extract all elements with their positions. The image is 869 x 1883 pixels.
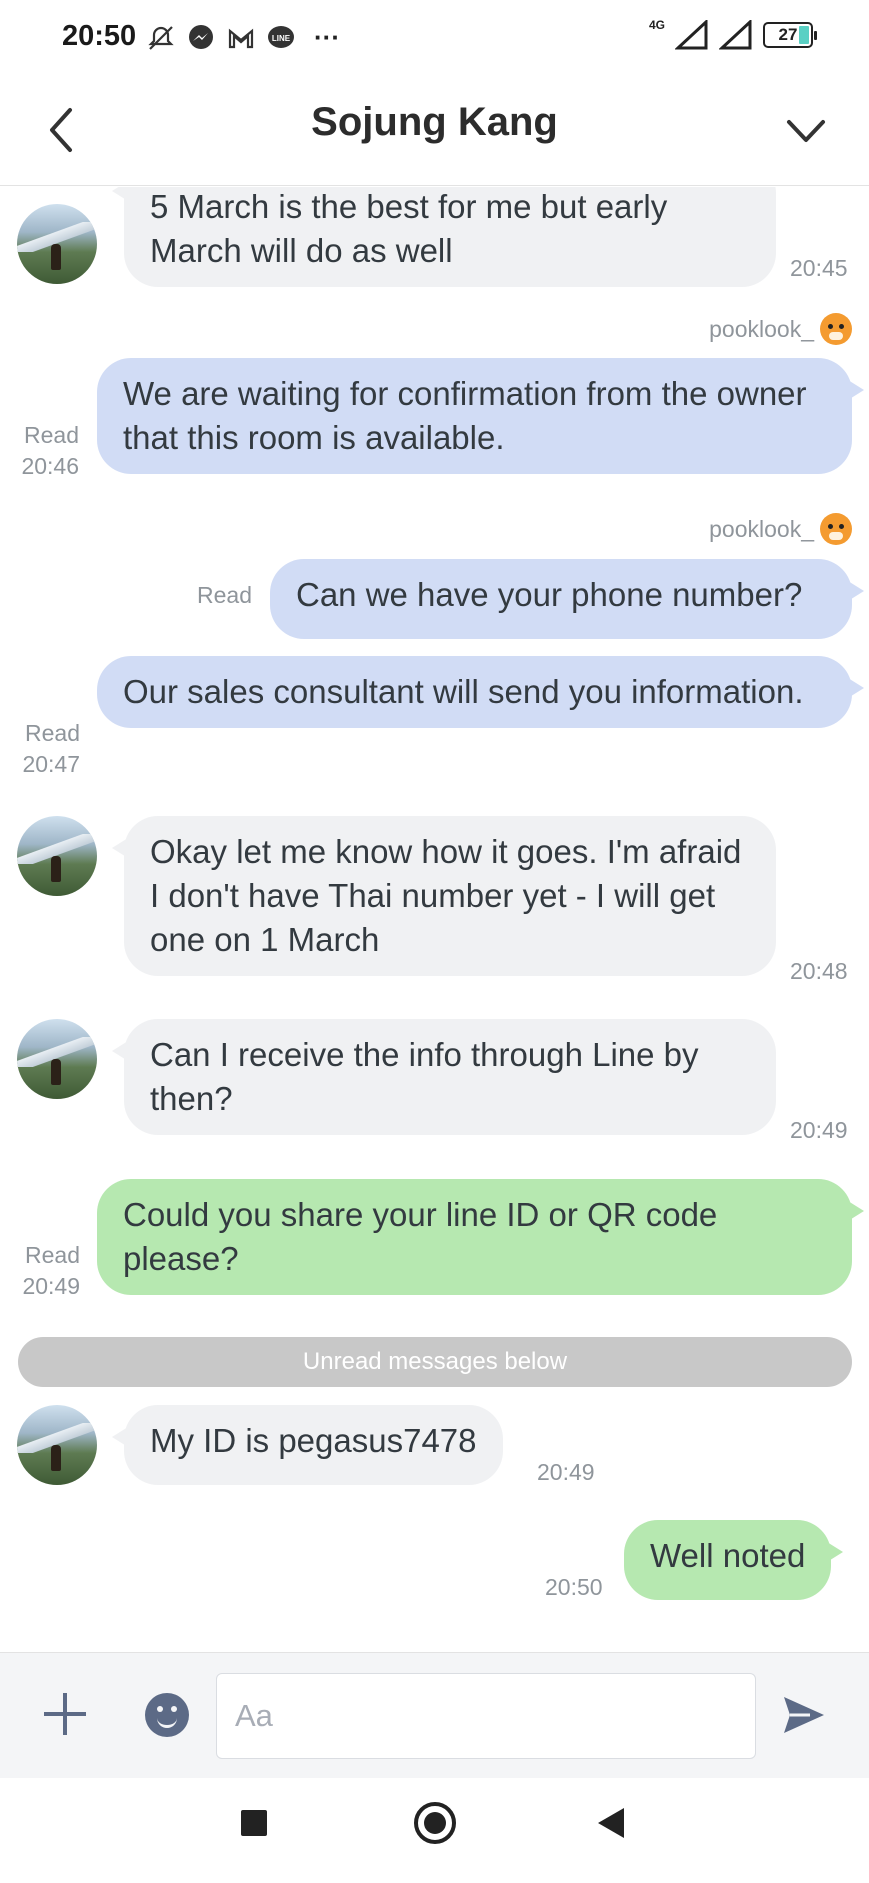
message-time: 20:48	[790, 958, 848, 984]
emoji-icon[interactable]	[145, 1693, 189, 1737]
outgoing-message[interactable]: Our sales consultant will send you infor…	[97, 656, 864, 728]
contact-avatar[interactable]	[17, 1019, 97, 1099]
composer-bar	[0, 1652, 869, 1778]
status-bar: 20:50 LINE ··· 4G 27	[0, 0, 869, 76]
signal-icon-2	[719, 20, 752, 50]
svg-text:LINE: LINE	[272, 34, 291, 43]
outgoing-message[interactable]: Well noted	[624, 1520, 844, 1600]
messenger-icon	[189, 24, 213, 49]
recent-apps-icon[interactable]	[241, 1810, 267, 1836]
send-icon[interactable]	[780, 1691, 828, 1739]
home-icon[interactable]	[414, 1802, 456, 1844]
chat-header: Sojung Kang	[0, 76, 869, 186]
tiger-avatar-icon	[820, 313, 852, 345]
read-status: Read	[24, 422, 79, 448]
outgoing-message[interactable]: Can we have your phone number?	[270, 559, 864, 639]
network-type: 4G	[648, 18, 665, 32]
status-right: 4G 27	[648, 18, 817, 50]
read-status: Read	[197, 582, 252, 608]
contact-avatar[interactable]	[17, 816, 97, 896]
message-time: 20:46	[21, 453, 79, 479]
message-time: 20:49	[22, 1273, 80, 1299]
notification-icons: LINE ···	[146, 22, 340, 53]
message-time: 20:49	[537, 1459, 595, 1485]
message-input[interactable]	[216, 1673, 756, 1759]
sender-label: pooklook_	[709, 515, 814, 542]
sender-name: pooklook_	[709, 313, 852, 345]
incoming-message[interactable]: My ID is pegasus7478	[112, 1405, 503, 1485]
incoming-message[interactable]: 5 March is the best for me but early Mar…	[112, 187, 776, 287]
incoming-message[interactable]: Okay let me know how it goes. I'm afraid…	[112, 816, 776, 976]
unread-divider: Unread messages below	[18, 1337, 852, 1387]
read-receipt: Read 20:46	[0, 420, 79, 482]
read-receipt: Read	[190, 580, 252, 611]
signal-icon	[675, 20, 708, 50]
mute-icon	[148, 25, 174, 50]
message-list[interactable]: 5 March is the best for me but early Mar…	[0, 187, 869, 1652]
contact-avatar[interactable]	[17, 1405, 97, 1485]
message-time: 20:49	[790, 1117, 848, 1143]
incoming-message[interactable]: Can I receive the info through Line by t…	[112, 1019, 776, 1135]
plus-icon[interactable]	[44, 1693, 86, 1735]
read-status: Read	[25, 1242, 80, 1268]
system-nav-bar	[0, 1778, 869, 1883]
message-time: 20:45	[790, 255, 848, 281]
read-receipt: Read 20:49	[10, 1240, 80, 1302]
chevron-down-icon[interactable]	[781, 106, 831, 156]
battery-level: 27	[778, 25, 798, 44]
message-time: 20:47	[22, 751, 80, 777]
status-time: 20:50	[62, 20, 137, 52]
read-receipt: Read 20:47	[10, 718, 80, 780]
line-icon: LINE	[268, 25, 294, 48]
read-status: Read	[25, 720, 80, 746]
message-time: 20:50	[545, 1574, 603, 1600]
outgoing-message[interactable]: Could you share your line ID or QR code …	[97, 1179, 864, 1295]
sender-name: pooklook_	[709, 513, 852, 545]
sender-label: pooklook_	[709, 315, 814, 342]
more-notifications-icon: ···	[314, 22, 340, 52]
outgoing-message[interactable]: We are waiting for confirmation from the…	[97, 358, 864, 474]
battery-icon: 27	[763, 22, 817, 48]
tiger-avatar-icon	[820, 513, 852, 545]
contact-avatar[interactable]	[17, 204, 97, 284]
gmail-icon	[228, 28, 254, 48]
nav-back-icon[interactable]	[598, 1808, 624, 1838]
chat-title: Sojung Kang	[311, 100, 558, 144]
